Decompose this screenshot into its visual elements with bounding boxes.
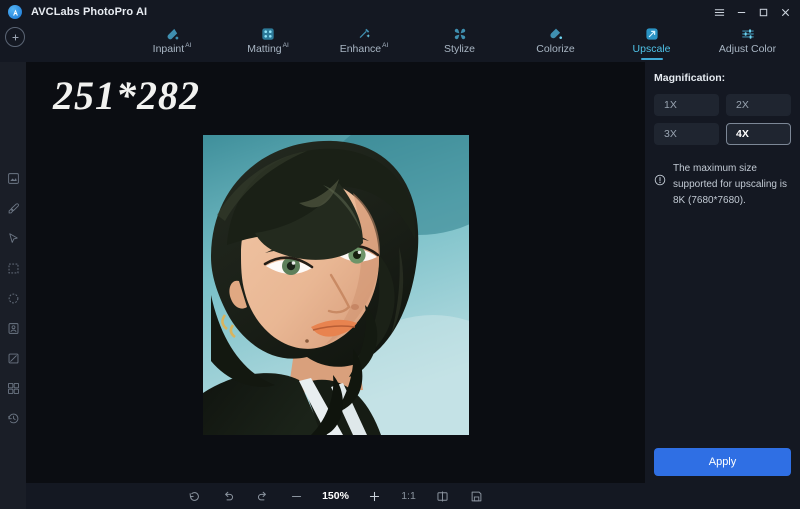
tab-badge: AI — [185, 42, 192, 49]
redo-button[interactable] — [246, 483, 280, 509]
magnification-option-2x[interactable]: 2X — [726, 94, 791, 116]
body-area: 251*282 150% 1:1 Magnification: 1X 2X 3X… — [0, 62, 800, 509]
brush-tool-icon[interactable] — [5, 200, 21, 216]
cursor-tool-icon[interactable] — [5, 230, 21, 246]
tab-label: Colorize — [536, 43, 575, 55]
portrait-tool-icon[interactable] — [5, 320, 21, 336]
image-dimensions-overlay: 251*282 — [53, 73, 200, 118]
eraser-tool-icon[interactable] — [5, 350, 21, 366]
history-tool-icon[interactable] — [5, 410, 21, 426]
hamburger-menu-icon[interactable] — [708, 0, 730, 24]
tab-enhance[interactable]: Enhance AI — [327, 24, 401, 62]
magnification-options: 1X 2X 3X 4X — [654, 94, 791, 145]
tab-label: Adjust Color — [718, 43, 777, 55]
zoom-level: 150% — [322, 490, 349, 502]
stylize-icon — [453, 25, 467, 42]
top-navigation-bar: Inpaint AI Matting AI Enhance AI Stylize… — [0, 24, 800, 62]
layers-tool-icon[interactable] — [5, 380, 21, 396]
tab-badge: AI — [382, 42, 389, 49]
portrait-photo[interactable] — [203, 135, 469, 435]
colorize-icon — [549, 25, 563, 42]
tab-label: Enhance — [339, 43, 382, 55]
tab-adjust-color[interactable]: Adjust Color — [711, 24, 785, 62]
close-icon[interactable] — [774, 0, 796, 24]
tab-stylize[interactable]: Stylize — [423, 24, 497, 62]
app-logo-icon — [8, 5, 22, 19]
save-button[interactable] — [460, 483, 494, 509]
rect-select-tool-icon[interactable] — [5, 260, 21, 276]
reset-icon — [189, 491, 199, 501]
magnification-option-4x[interactable]: 4X — [726, 123, 791, 145]
canvas-area[interactable]: 251*282 150% 1:1 — [26, 62, 645, 509]
magnification-option-1x[interactable]: 1X — [654, 94, 719, 116]
app-title: AVCLabs PhotoPro AI — [31, 6, 148, 18]
zoom-in-button[interactable] — [358, 483, 392, 509]
title-bar: AVCLabs PhotoPro AI — [0, 0, 800, 24]
add-circle-icon[interactable] — [5, 27, 25, 47]
nav-items: Inpaint AI Matting AI Enhance AI Stylize… — [135, 24, 785, 62]
tab-label: Matting — [247, 43, 282, 55]
reset-button[interactable] — [178, 483, 212, 509]
compare-split-icon — [437, 490, 448, 502]
tab-inpaint[interactable]: Inpaint AI — [135, 24, 209, 62]
max-size-hint: The maximum size supported for upscaling… — [654, 161, 791, 209]
upscale-icon — [645, 25, 659, 42]
enhance-icon — [357, 25, 371, 42]
matting-icon — [261, 25, 275, 42]
tab-label: Stylize — [444, 43, 475, 55]
redo-icon — [258, 491, 266, 500]
panel-title: Magnification: — [654, 72, 726, 84]
max-size-hint-text: The maximum size supported for upscaling… — [673, 163, 787, 206]
undo-button[interactable] — [212, 483, 246, 509]
minimize-icon[interactable] — [730, 0, 752, 24]
magnification-option-3x[interactable]: 3X — [654, 123, 719, 145]
info-circle-icon — [654, 173, 666, 186]
tab-upscale[interactable]: Upscale — [615, 24, 689, 62]
tab-label: Upscale — [632, 43, 671, 55]
minus-icon — [291, 495, 302, 497]
portrait-photo-graphic — [203, 135, 469, 435]
window-controls — [708, 0, 796, 24]
upscale-settings-panel: Magnification: 1X 2X 3X 4X The maximum s… — [645, 62, 800, 509]
inpaint-icon — [165, 25, 179, 42]
save-disk-icon — [471, 491, 482, 501]
application-window: AVCLabs PhotoPro AI Inpaint AI Matting A… — [0, 0, 800, 509]
plus-icon — [369, 491, 380, 501]
tab-colorize[interactable]: Colorize — [519, 24, 593, 62]
tab-badge: AI — [282, 42, 289, 49]
canvas-bottom-toolbar: 150% 1:1 — [26, 483, 645, 509]
apply-button[interactable]: Apply — [654, 448, 791, 476]
tool-rail — [0, 62, 26, 509]
ellipse-select-tool-icon[interactable] — [5, 290, 21, 306]
tab-matting[interactable]: Matting AI — [231, 24, 305, 62]
image-tool-icon[interactable] — [5, 170, 21, 186]
compare-button[interactable] — [426, 483, 460, 509]
maximize-icon[interactable] — [752, 0, 774, 24]
adjust-color-icon — [741, 25, 755, 42]
undo-icon — [225, 491, 233, 500]
actual-size-button[interactable]: 1:1 — [392, 483, 426, 509]
tab-label: Inpaint — [152, 43, 185, 55]
zoom-out-button[interactable] — [280, 483, 314, 509]
active-tab-underline — [641, 58, 663, 60]
